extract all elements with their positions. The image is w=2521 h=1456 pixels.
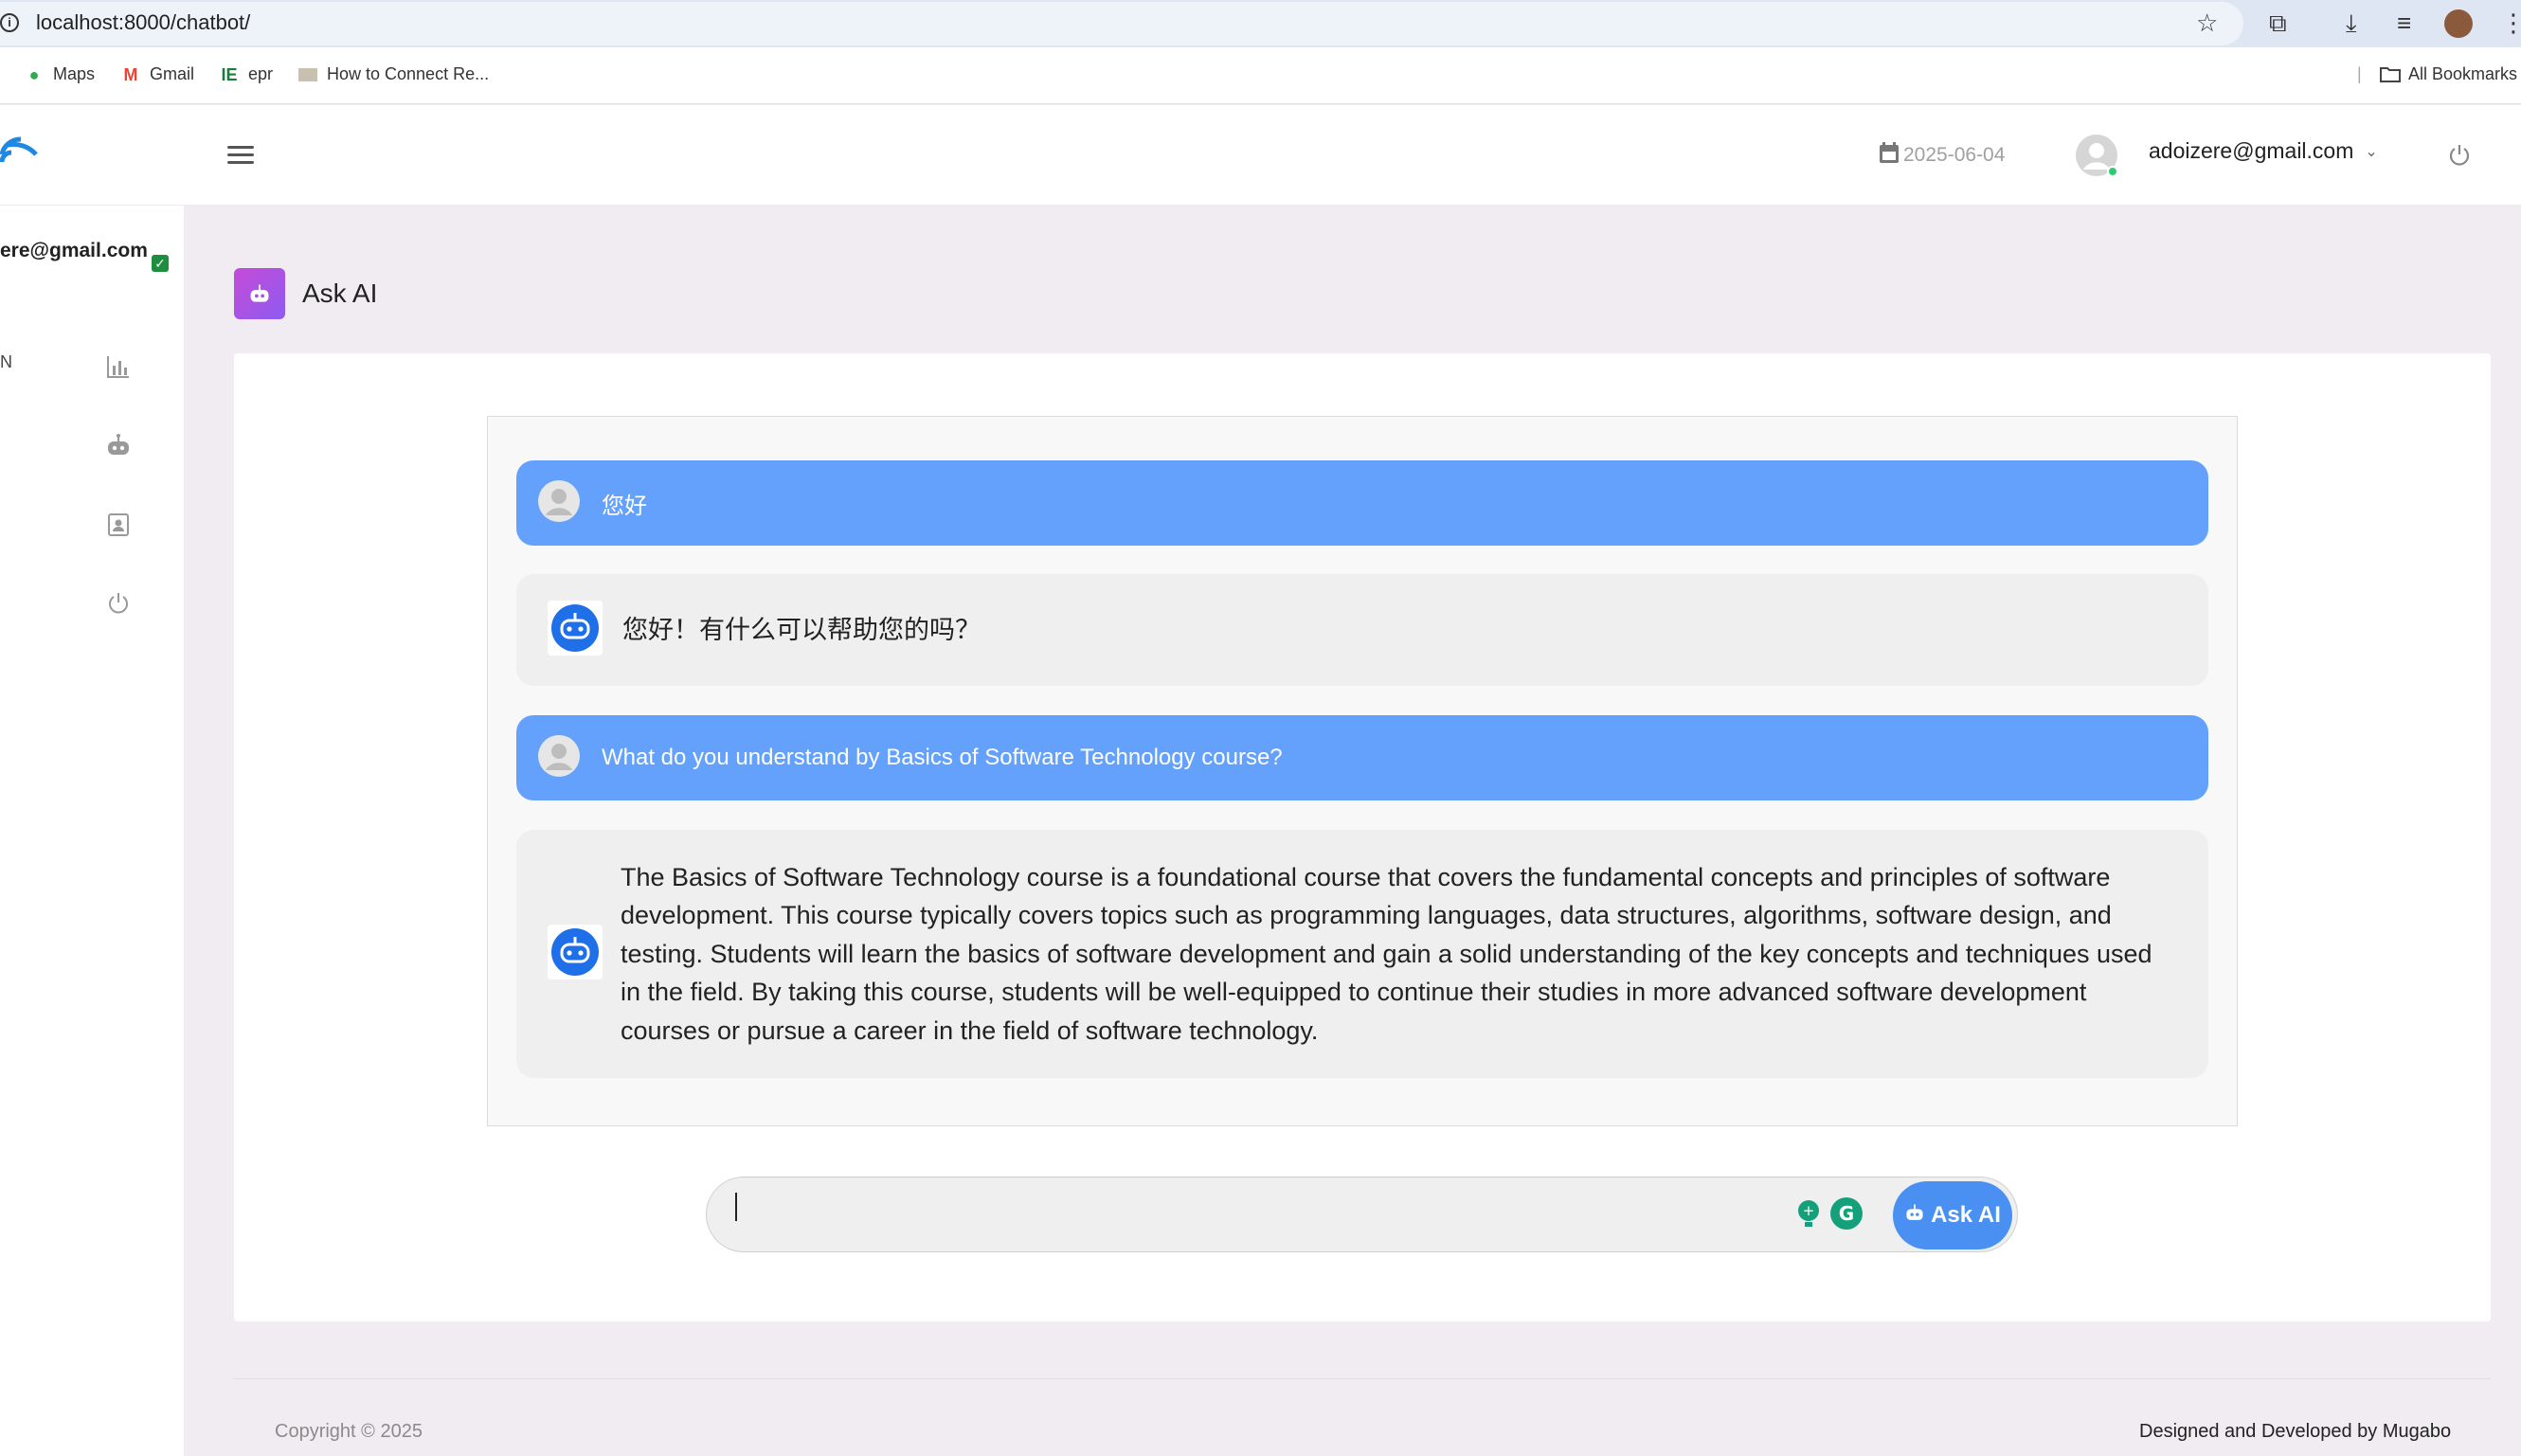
grammarly-suggestion-icon[interactable]: + — [1794, 1196, 1823, 1231]
bar-chart-icon[interactable] — [104, 352, 133, 381]
bookmark-maps[interactable]: ● Maps — [25, 64, 95, 84]
message-text: 您好 — [602, 493, 647, 519]
sidebar: ere@gmail.com ✓ N — [0, 206, 184, 1456]
bookmarks-divider: | — [2357, 64, 2362, 83]
chat-message-bot: 您好！有什么可以帮助您的吗？ — [516, 574, 2208, 686]
contact-card-icon[interactable] — [104, 511, 133, 539]
copyright-text: Copyright © 2025 — [275, 1421, 423, 1442]
power-icon[interactable] — [2447, 143, 2472, 168]
bookmark-epr[interactable]: IE epr — [220, 64, 273, 84]
extensions-icon[interactable]: ⧉ — [2269, 9, 2287, 36]
credit-text: Designed and Developed by Mugabo — [2139, 1421, 2452, 1442]
svg-text:G: G — [1839, 1202, 1854, 1225]
folder-icon — [2380, 65, 2401, 84]
wifi-logo-icon[interactable] — [0, 126, 40, 168]
sidebar-fragment-letter: N — [0, 352, 12, 371]
omnibox[interactable] — [0, 2, 2243, 45]
all-bookmarks-button[interactable]: All Bookmarks — [2380, 64, 2517, 84]
svg-text:+: + — [1803, 1202, 1815, 1219]
user-avatar[interactable] — [2075, 134, 2118, 177]
site-info-icon[interactable]: i — [0, 13, 19, 32]
bookmark-star-icon[interactable]: ☆ — [2196, 9, 2218, 36]
url-text[interactable]: localhost:8000/chatbot/ — [36, 10, 250, 35]
app-header: 2025-06-04 adoizere@gmail.com ⌄ — [0, 105, 2521, 206]
grammarly-icon[interactable]: G — [1829, 1196, 1864, 1231]
user-avatar-icon — [537, 734, 581, 782]
chat-input[interactable] — [726, 1177, 1768, 1251]
ie-icon: IE — [221, 64, 238, 84]
message-text: The Basics of Software Technology course… — [621, 862, 2152, 1045]
calendar-icon — [1879, 141, 1900, 170]
browser-menu-icon[interactable]: ⋮ — [2501, 9, 2521, 36]
chat-message-user: What do you understand by Basics of Soft… — [516, 715, 2208, 800]
user-menu[interactable]: adoizere@gmail.com ⌄ — [2149, 138, 2378, 164]
robot-icon — [1904, 1202, 1925, 1229]
ask-ai-button[interactable]: Ask AI — [1893, 1181, 2012, 1249]
browser-address-bar: i localhost:8000/chatbot/ ☆ ⧉ ⤓ ≡ ⋮ — [0, 0, 2521, 47]
chevron-down-icon: ⌄ — [2365, 143, 2378, 160]
sidebar-user-email: ere@gmail.com — [0, 240, 148, 261]
maps-pin-icon: ● — [28, 64, 40, 84]
footer-divider — [234, 1378, 2491, 1379]
chat-message-user: 您好 — [516, 460, 2208, 546]
page-header: Ask AI — [234, 268, 377, 319]
user-avatar-icon — [537, 479, 581, 528]
chat-message-bot: The Basics of Software Technology course… — [516, 830, 2208, 1078]
media-controls-icon[interactable]: ≡ — [2397, 9, 2411, 36]
bookmark-gmail[interactable]: M Gmail — [121, 64, 195, 84]
download-icon[interactable]: ⤓ — [2346, 9, 2357, 36]
bot-avatar-icon — [547, 924, 603, 985]
page-title: Ask AI — [302, 279, 378, 308]
profile-avatar-icon[interactable] — [2444, 9, 2473, 38]
bookmarks-bar: ● Maps M Gmail IE epr How to Connect Re.… — [0, 47, 2521, 104]
bot-avatar-icon — [547, 600, 603, 661]
hamburger-menu-icon[interactable] — [227, 146, 254, 165]
sidebar-power-icon[interactable] — [104, 589, 133, 618]
bookmark-how-to-connect[interactable]: How to Connect Re... — [298, 64, 489, 84]
header-date: 2025-06-04 — [1879, 141, 2005, 170]
robot-icon[interactable] — [104, 431, 133, 459]
page-robot-badge-icon — [234, 268, 285, 319]
chat-input-bar: + G Ask AI — [706, 1177, 2018, 1252]
message-text: What do you understand by Basics of Soft… — [602, 745, 1283, 770]
verified-icon: ✓ — [152, 255, 169, 272]
message-text: 您好！有什么可以帮助您的吗？ — [622, 615, 981, 644]
gmail-icon: M — [123, 64, 138, 84]
page-thumbnail-icon — [298, 67, 317, 81]
